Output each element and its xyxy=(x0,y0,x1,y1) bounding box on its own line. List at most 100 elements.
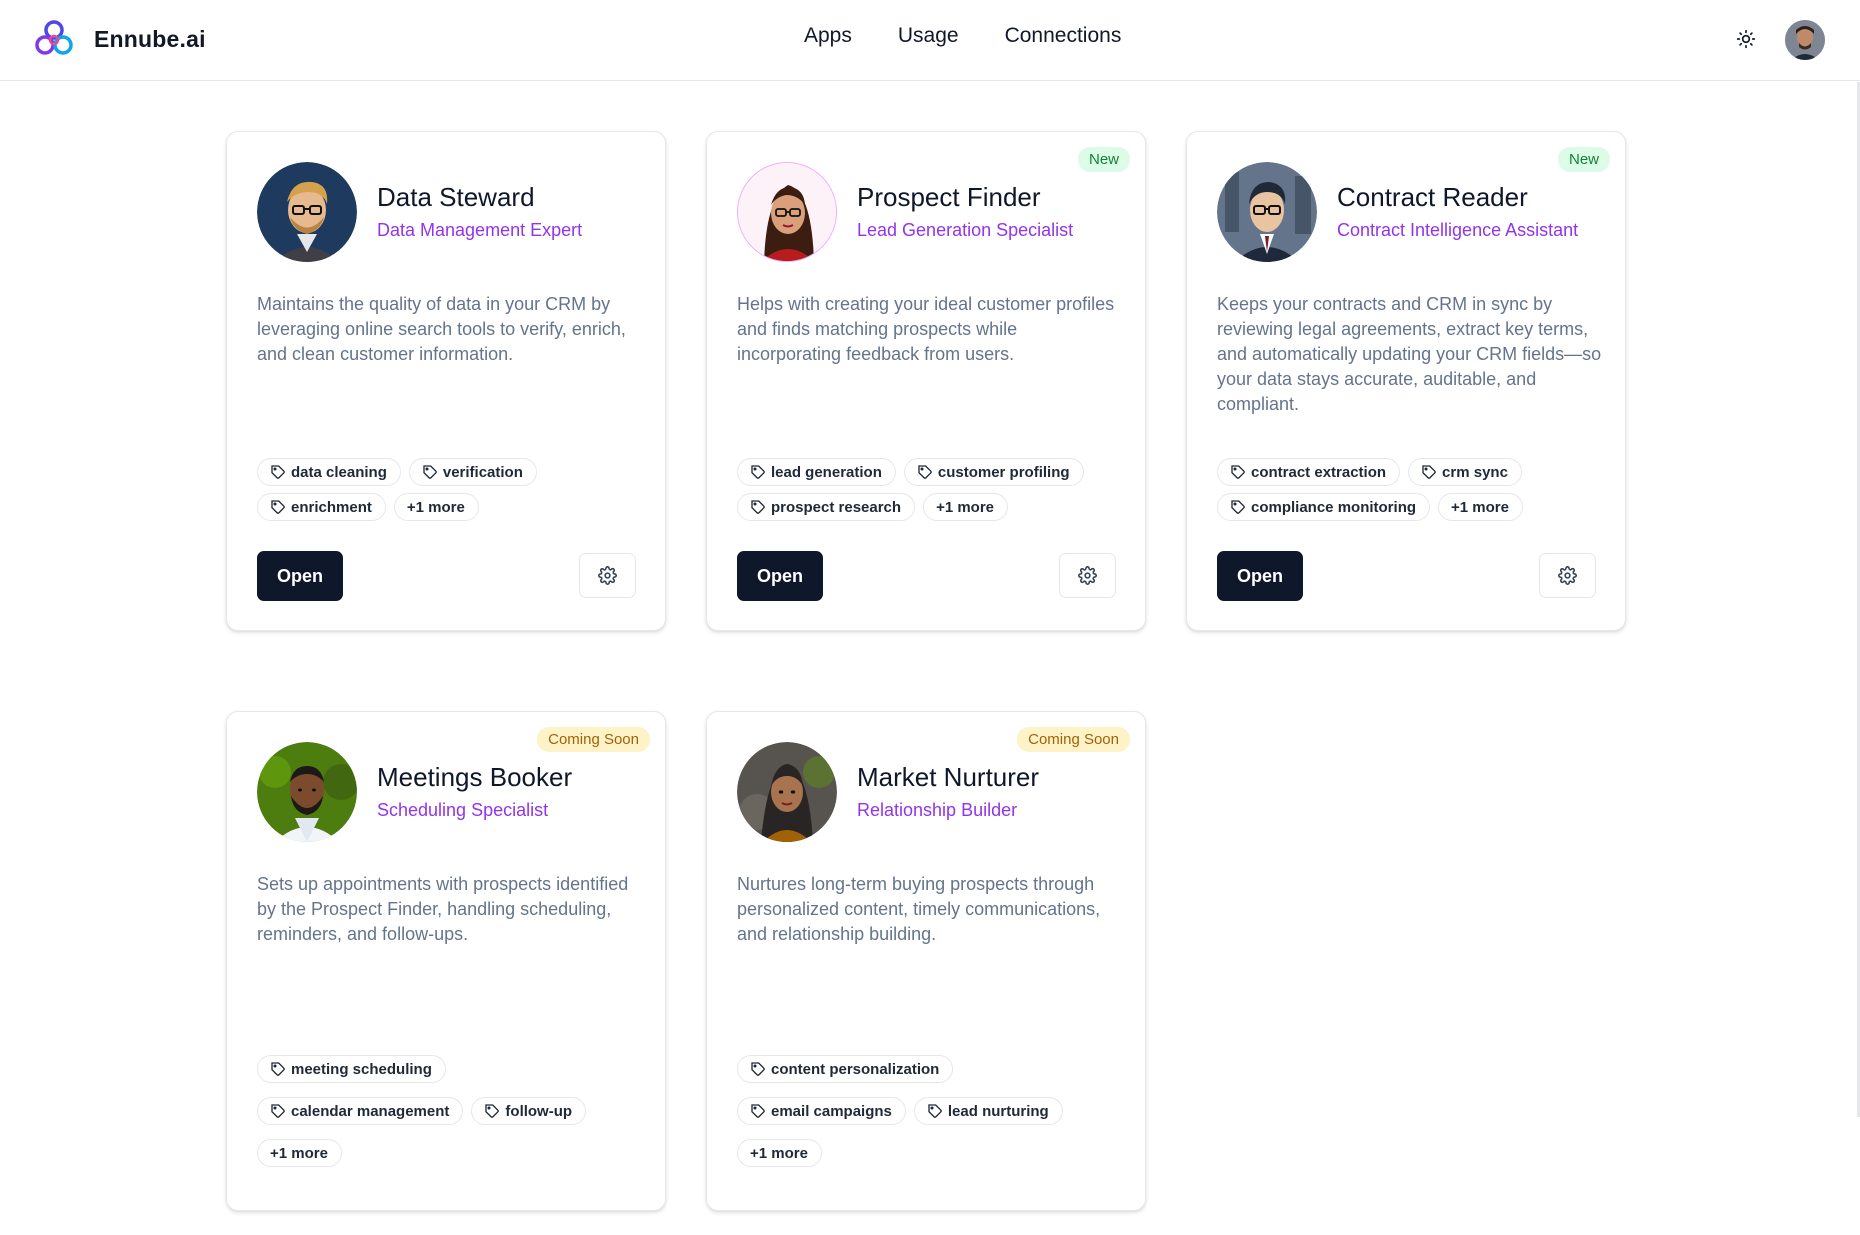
settings-button[interactable] xyxy=(1539,553,1596,598)
tag-label: enrichment xyxy=(291,498,372,516)
gear-icon xyxy=(1558,566,1577,585)
agent-description: Maintains the quality of data in your CR… xyxy=(257,294,626,364)
tag-label: crm sync xyxy=(1442,463,1508,481)
tag-label: follow-up xyxy=(505,1102,573,1120)
coming-soon-badge: Coming Soon xyxy=(1017,727,1130,752)
agent-tags: lead generation customer profiling prosp… xyxy=(737,458,1132,521)
tag-icon xyxy=(271,1104,285,1118)
tag-label: lead generation xyxy=(771,463,882,481)
tag-label: lead nurturing xyxy=(947,1102,1049,1120)
tag-label: meeting scheduling xyxy=(291,1060,432,1078)
ennube-logo-icon xyxy=(35,20,73,55)
agent-card-meetings-booker: Coming Soon Meetings Booker Scheduling S… xyxy=(226,711,666,1211)
agent-description: Helps with creating your ideal customer … xyxy=(737,294,1115,364)
tag-chip: lead generation xyxy=(737,458,896,486)
agent-avatar xyxy=(1217,162,1317,262)
nav-usage[interactable]: Usage xyxy=(898,24,959,48)
agent-tags: content personalization email campaigns … xyxy=(737,1055,1097,1167)
tag-icon xyxy=(1231,465,1245,479)
tag-chip: lead nurturing xyxy=(913,1097,1063,1125)
agent-role: Contract Intelligence Assistant xyxy=(1337,220,1579,240)
tag-label: verification xyxy=(442,463,523,481)
more-tags-chip[interactable]: +1 more xyxy=(1438,493,1523,521)
agent-avatar xyxy=(737,742,837,842)
gear-icon xyxy=(1078,566,1097,585)
tag-chip: meeting scheduling xyxy=(257,1055,446,1083)
tag-icon xyxy=(918,465,932,479)
new-badge: New xyxy=(1557,147,1610,172)
tag-chip: content personalization xyxy=(737,1055,954,1083)
tag-icon xyxy=(485,1104,500,1118)
agent-role: Relationship Builder xyxy=(857,800,1018,820)
agent-name: Data Steward xyxy=(377,182,535,212)
open-button[interactable]: Open xyxy=(257,551,343,601)
settings-button[interactable] xyxy=(579,553,636,598)
coming-soon-badge: Coming Soon xyxy=(537,727,650,752)
more-tags-chip[interactable]: +1 more xyxy=(737,1139,822,1167)
agent-tags: contract extraction crm sync compliance … xyxy=(1217,458,1612,521)
tag-icon xyxy=(928,1104,942,1118)
tag-chip: calendar management xyxy=(257,1097,464,1125)
tag-chip: crm sync xyxy=(1408,458,1522,486)
agent-card-contract-reader: New Contract Reader Contract Intelligenc… xyxy=(1186,131,1626,631)
agent-tags: data cleaning verification enrichment +1… xyxy=(257,458,652,521)
agent-description: Keeps your contracts and CRM in sync by … xyxy=(1217,294,1602,414)
tag-icon xyxy=(751,500,765,514)
nav-apps[interactable]: Apps xyxy=(804,24,852,48)
tag-icon xyxy=(751,465,765,479)
tag-icon xyxy=(751,1104,765,1118)
top-header: Ennube.ai Apps Usage Connections xyxy=(0,0,1860,81)
tag-chip: compliance monitoring xyxy=(1217,493,1431,521)
brand[interactable]: Ennube.ai xyxy=(34,18,206,60)
user-avatar[interactable] xyxy=(1785,20,1825,60)
settings-button[interactable] xyxy=(1059,553,1116,598)
agent-card-market-nurturer: Coming Soon Market Nurturer Relationship… xyxy=(706,711,1146,1211)
tag-label: contract extraction xyxy=(1251,463,1387,481)
tag-label: customer profiling xyxy=(937,463,1070,481)
agent-role: Lead Generation Specialist xyxy=(857,220,1074,240)
tag-icon xyxy=(1422,465,1436,479)
tag-chip: contract extraction xyxy=(1217,458,1401,486)
nav-connections[interactable]: Connections xyxy=(1005,24,1122,48)
tag-chip: email campaigns xyxy=(737,1097,906,1125)
tag-chip: data cleaning xyxy=(257,458,401,486)
agent-name: Prospect Finder xyxy=(857,182,1041,212)
agent-description: Sets up appointments with prospects iden… xyxy=(257,874,629,944)
agent-role: Scheduling Specialist xyxy=(377,800,549,820)
agent-name: Contract Reader xyxy=(1337,182,1528,212)
tag-chip: customer profiling xyxy=(903,458,1084,486)
agent-tags: meeting scheduling calendar management f… xyxy=(257,1055,617,1167)
gear-icon xyxy=(598,566,617,585)
more-tags-chip[interactable]: +1 more xyxy=(923,493,1009,521)
tag-label: calendar management xyxy=(291,1102,450,1120)
tag-icon xyxy=(423,465,437,479)
agent-card-prospect-finder: New Prospect Finder Lead Generation Spec… xyxy=(706,131,1146,631)
tag-label: email campaigns xyxy=(771,1102,892,1120)
tag-label: prospect research xyxy=(771,498,902,516)
tag-label: compliance monitoring xyxy=(1251,498,1417,516)
tag-icon xyxy=(271,1062,285,1076)
tag-label: data cleaning xyxy=(291,463,387,481)
agent-role: Data Management Expert xyxy=(377,220,583,240)
tag-chip: prospect research xyxy=(737,493,916,521)
tag-icon xyxy=(751,1062,765,1076)
agent-avatar xyxy=(737,162,837,262)
agent-avatar xyxy=(257,162,357,262)
tag-chip: verification xyxy=(408,458,537,486)
agent-card-data-steward: Data Steward Data Management Expert Main… xyxy=(226,131,666,631)
brand-name: Ennube.ai xyxy=(94,25,206,52)
tag-chip: follow-up xyxy=(471,1097,587,1125)
theme-toggle-button[interactable] xyxy=(1733,26,1759,52)
more-tags-chip[interactable]: +1 more xyxy=(393,493,479,521)
sun-icon xyxy=(1736,29,1756,49)
tag-icon xyxy=(271,465,285,479)
agent-description: Nurtures long-term buying prospects thro… xyxy=(737,874,1101,944)
open-button[interactable]: Open xyxy=(737,551,823,601)
more-tags-chip[interactable]: +1 more xyxy=(257,1139,342,1167)
tag-label: content personalization xyxy=(771,1060,940,1078)
new-badge: New xyxy=(1077,147,1130,172)
agent-name: Meetings Booker xyxy=(377,762,573,792)
open-button[interactable]: Open xyxy=(1217,551,1303,601)
main-nav: Apps Usage Connections xyxy=(804,24,1121,48)
tag-icon xyxy=(1231,500,1245,514)
